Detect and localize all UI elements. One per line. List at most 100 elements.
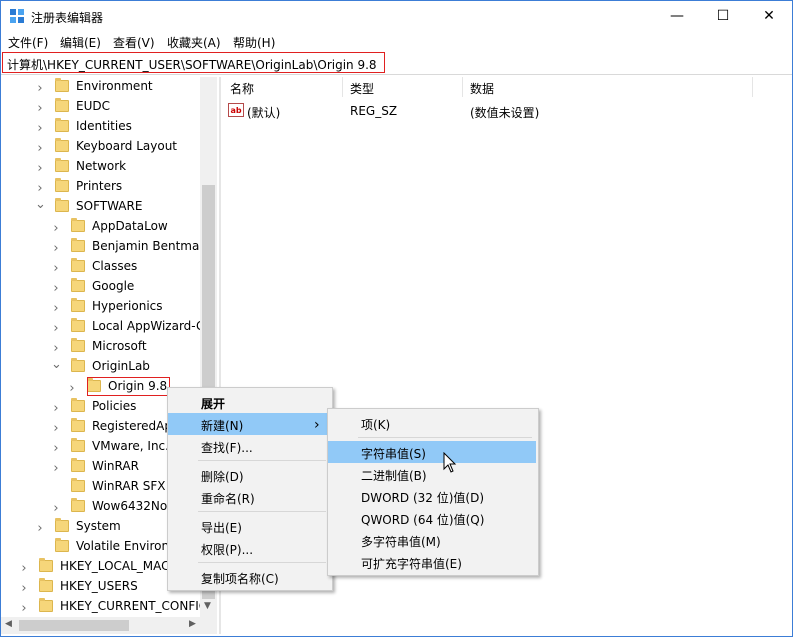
- tree-item-label: Environment: [76, 79, 153, 93]
- tree-item[interactable]: › Identities: [1, 117, 200, 137]
- column-divider[interactable]: [342, 77, 343, 97]
- tree-item[interactable]: › Printers: [1, 177, 200, 197]
- menu-item-label: 删除(D): [201, 470, 244, 484]
- tree-item-label: SOFTWARE: [76, 199, 143, 213]
- selected-key-highlight: [87, 377, 170, 396]
- menu-item[interactable]: 导出(E): [168, 515, 330, 537]
- tree-item[interactable]: › Google: [1, 277, 200, 297]
- menu-view[interactable]: 查看(V): [113, 34, 155, 51]
- menu-edit[interactable]: 编辑(E): [60, 34, 101, 51]
- chevron-right-icon[interactable]: ›: [35, 81, 45, 96]
- menu-file[interactable]: 文件(F): [8, 34, 48, 51]
- chevron-right-icon[interactable]: ›: [19, 581, 29, 596]
- tree-item-label: WinRAR SFX: [92, 479, 166, 493]
- menu-favorites[interactable]: 收藏夹(A): [167, 34, 221, 51]
- title-bar[interactable]: 注册表编辑器 — ☐ ✕: [1, 1, 792, 31]
- chevron-right-icon[interactable]: ›: [51, 501, 61, 516]
- menu-item[interactable]: 重命名(R): [168, 486, 330, 508]
- chevron-right-icon[interactable]: ›: [51, 281, 61, 296]
- tree-item-label: Local AppWizard-G: [92, 319, 206, 333]
- tree-item[interactable]: ⌄ OriginLab: [1, 357, 200, 377]
- tree-item-label: Microsoft: [92, 339, 147, 353]
- tree-item[interactable]: › Keyboard Layout: [1, 137, 200, 157]
- folder-icon: [71, 398, 85, 412]
- list-row[interactable]: ab (默认) REG_SZ (数值未设置): [222, 101, 792, 121]
- chevron-right-icon[interactable]: ›: [35, 141, 45, 156]
- tree-item[interactable]: › EUDC: [1, 97, 200, 117]
- chevron-right-icon[interactable]: ›: [51, 321, 61, 336]
- menu-item[interactable]: 字符串值(S): [328, 441, 536, 463]
- menu-item[interactable]: 可扩充字符串值(E): [328, 551, 536, 573]
- chevron-right-icon[interactable]: ›: [51, 341, 61, 356]
- menu-item[interactable]: 查找(F)...: [168, 435, 330, 457]
- chevron-right-icon[interactable]: ›: [35, 521, 45, 536]
- address-bar[interactable]: 计算机\HKEY_CURRENT_USER\SOFTWARE\OriginLab…: [2, 52, 385, 73]
- menu-help[interactable]: 帮助(H): [233, 34, 275, 51]
- chevron-right-icon[interactable]: ›: [35, 181, 45, 196]
- tree-item[interactable]: › AppDataLow: [1, 217, 200, 237]
- menu-item[interactable]: 复制项名称(C): [168, 566, 330, 588]
- menu-item[interactable]: 删除(D): [168, 464, 330, 486]
- tree-item[interactable]: › Local AppWizard-G: [1, 317, 205, 337]
- tree-item[interactable]: › Benjamin Bentman: [1, 237, 207, 257]
- chevron-right-icon[interactable]: ›: [51, 241, 61, 256]
- column-divider[interactable]: [462, 77, 463, 97]
- scroll-right-arrow-icon[interactable]: ▶: [189, 619, 196, 629]
- column-name-header[interactable]: 名称: [230, 80, 254, 97]
- maximize-button[interactable]: ☐: [700, 1, 746, 31]
- column-divider[interactable]: [752, 77, 753, 97]
- menu-item[interactable]: 权限(P)...: [168, 537, 330, 559]
- column-data-header[interactable]: 数据: [470, 80, 494, 97]
- menu-item[interactable]: 多字符串值(M): [328, 529, 536, 551]
- chevron-right-icon[interactable]: ›: [51, 421, 61, 436]
- tree-item-label: Hyperionics: [92, 299, 163, 313]
- chevron-right-icon[interactable]: ›: [19, 601, 29, 616]
- menu-item[interactable]: 新建(N) ›: [168, 413, 330, 435]
- folder-icon: [71, 318, 85, 332]
- minimize-button[interactable]: —: [654, 1, 700, 31]
- tree-item-label: VMware, Inc.: [92, 439, 169, 453]
- tree-item[interactable]: › Network: [1, 157, 200, 177]
- scroll-down-arrow-icon[interactable]: ▼: [204, 601, 211, 611]
- folder-icon: [71, 358, 85, 372]
- folder-icon: [39, 598, 53, 612]
- regedit-app-icon: [10, 9, 24, 23]
- tree-horizontal-scroll-thumb[interactable]: [19, 620, 129, 631]
- tree-item[interactable]: › Microsoft: [1, 337, 200, 357]
- tree-item[interactable]: ⌄ SOFTWARE: [1, 197, 200, 217]
- menu-item[interactable]: DWORD (32 位)值(D): [328, 485, 536, 507]
- submenu-arrow-icon: ›: [314, 417, 320, 433]
- close-button[interactable]: ✕: [746, 1, 792, 31]
- menu-item[interactable]: 二进制值(B): [328, 463, 536, 485]
- string-value-icon: ab: [228, 103, 244, 117]
- column-type-header[interactable]: 类型: [350, 80, 374, 97]
- chevron-right-icon[interactable]: ›: [51, 221, 61, 236]
- menu-item[interactable]: 展开: [168, 391, 330, 413]
- chevron-right-icon[interactable]: ›: [67, 381, 77, 396]
- chevron-right-icon[interactable]: ›: [51, 461, 61, 476]
- chevron-right-icon[interactable]: ›: [51, 401, 61, 416]
- tree-item[interactable]: › Hyperionics: [1, 297, 200, 317]
- chevron-right-icon[interactable]: ›: [19, 561, 29, 576]
- tree-item[interactable]: › Environment: [1, 77, 200, 97]
- value-data: (数值未设置): [470, 106, 540, 120]
- menu-item[interactable]: 项(K): [328, 412, 536, 434]
- chevron-down-icon[interactable]: ⌄: [51, 357, 62, 372]
- chevron-down-icon[interactable]: ⌄: [35, 197, 46, 212]
- chevron-right-icon[interactable]: ›: [35, 161, 45, 176]
- tree-item[interactable]: › HKEY_CURRENT_CONFIG: [1, 597, 208, 617]
- menu-item[interactable]: QWORD (64 位)值(Q): [328, 507, 536, 529]
- tree-item-label: Printers: [76, 179, 123, 193]
- chevron-right-icon[interactable]: ›: [35, 101, 45, 116]
- tree-horizontal-scrollbar[interactable]: ◀ ▶: [1, 617, 217, 634]
- folder-icon: [55, 538, 69, 552]
- chevron-right-icon[interactable]: ›: [35, 121, 45, 136]
- chevron-right-icon[interactable]: ›: [51, 441, 61, 456]
- menu-separator: [198, 562, 326, 563]
- scroll-left-arrow-icon[interactable]: ◀: [5, 619, 12, 629]
- menu-item-label: 查找(F)...: [201, 441, 253, 455]
- folder-icon: [71, 438, 85, 452]
- chevron-right-icon[interactable]: ›: [51, 261, 61, 276]
- tree-item[interactable]: › Classes: [1, 257, 200, 277]
- chevron-right-icon[interactable]: ›: [51, 301, 61, 316]
